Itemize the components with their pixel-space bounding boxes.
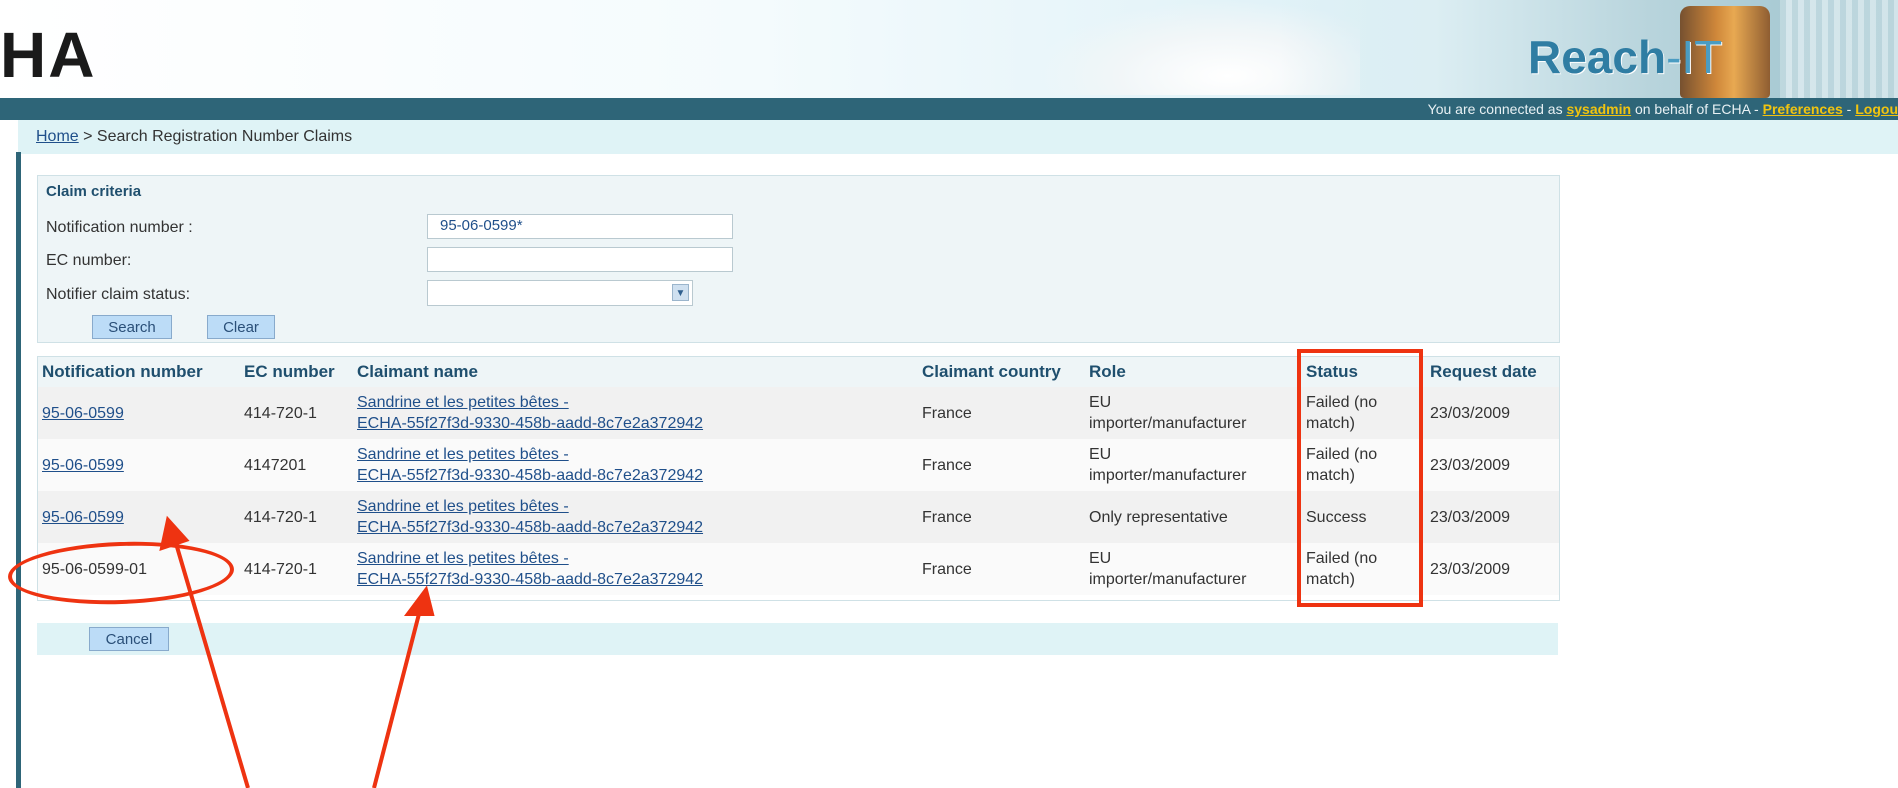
arrow-head-left: [159, 515, 190, 552]
arrow-head-right: [404, 585, 435, 616]
annotation-arrows: [159, 515, 435, 788]
arrow-to-claimant-name: [372, 609, 422, 788]
arrow-to-notification-link: [173, 539, 250, 788]
